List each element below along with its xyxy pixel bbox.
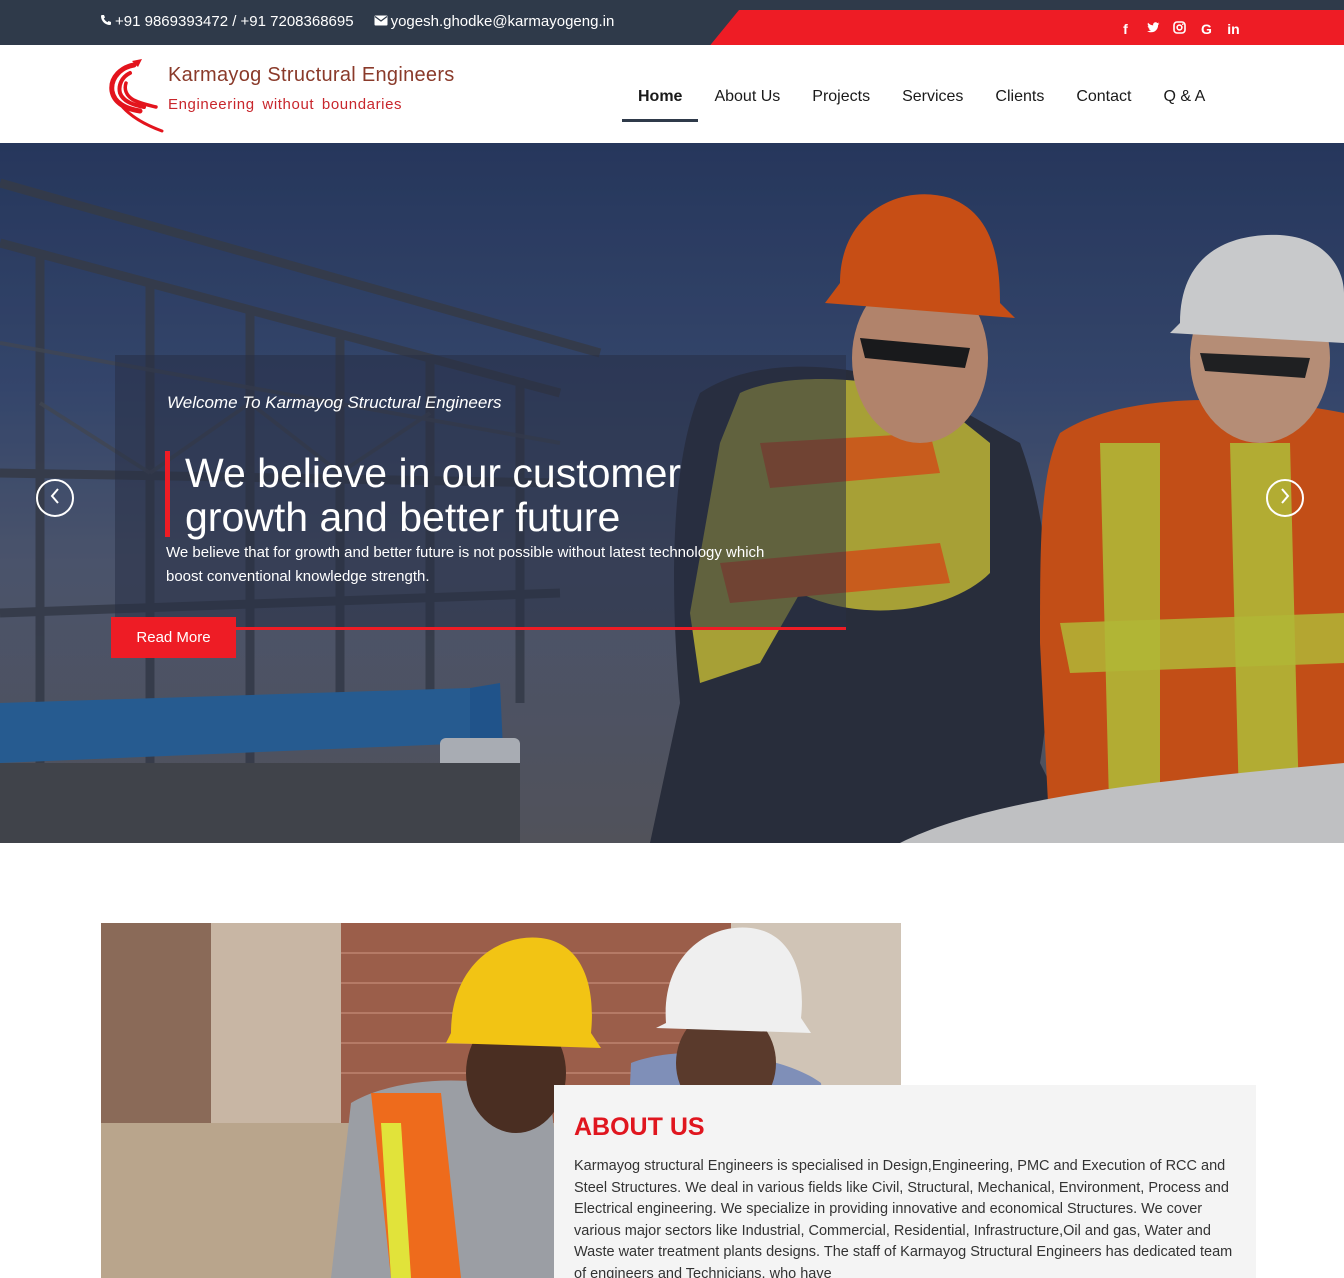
hero-accent-bar — [165, 451, 170, 537]
about-title: ABOUT US — [574, 1113, 705, 1141]
hero-welcome-text: Welcome To Karmayog Structural Engineers — [167, 393, 502, 412]
envelope-icon — [374, 13, 388, 30]
linkedin-icon[interactable]: in — [1225, 21, 1242, 37]
main-nav: Home About Us Projects Services Clients … — [622, 86, 1221, 122]
hero-divider — [236, 627, 846, 630]
nav-item-about-us[interactable]: About Us — [698, 86, 796, 122]
nav-item-home[interactable]: Home — [622, 86, 699, 122]
chevron-left-icon — [49, 487, 61, 509]
slider-next-button[interactable] — [1266, 479, 1304, 517]
brand-tagline: Engineering without boundaries — [168, 96, 403, 113]
chevron-right-icon — [1279, 487, 1291, 509]
hero-title-line-1: We believe in our customer — [185, 450, 682, 496]
contact-info: +91 9869393472 / +91 7208368695 yogesh.g… — [100, 13, 614, 30]
nav-item-qa[interactable]: Q & A — [1147, 86, 1221, 122]
read-more-button[interactable]: Read More — [111, 617, 236, 658]
about-card: ABOUT US Karmayog structural Engineers i… — [554, 1085, 1256, 1278]
social-links: f G in — [1117, 21, 1242, 37]
hero-title-line-2: growth and better future — [185, 494, 621, 540]
site-header: Karmayog Structural Engineers Engineerin… — [0, 45, 1344, 143]
nav-item-clients[interactable]: Clients — [979, 86, 1060, 122]
facebook-icon[interactable]: f — [1117, 21, 1134, 37]
google-icon[interactable]: G — [1198, 21, 1215, 37]
hero-slider: Welcome To Karmayog Structural Engineers… — [0, 143, 1344, 843]
logo-icon[interactable] — [104, 57, 166, 133]
instagram-icon[interactable] — [1171, 21, 1188, 37]
phone-icon — [100, 13, 112, 30]
brand-name[interactable]: Karmayog Structural Engineers — [168, 64, 455, 87]
twitter-icon[interactable] — [1144, 21, 1161, 37]
hero-title: We believe in our customer growth and be… — [185, 451, 681, 539]
nav-item-projects[interactable]: Projects — [796, 86, 886, 122]
nav-item-services[interactable]: Services — [886, 86, 979, 122]
email-link[interactable]: yogesh.ghodke@karmayogeng.in — [391, 13, 615, 30]
slider-prev-button[interactable] — [36, 479, 74, 517]
phone-numbers[interactable]: +91 9869393472 / +91 7208368695 — [115, 13, 354, 30]
about-text: Karmayog structural Engineers is special… — [574, 1158, 1233, 1278]
nav-item-contact[interactable]: Contact — [1060, 86, 1147, 122]
hero-description: We believe that for growth and better fu… — [166, 544, 765, 585]
